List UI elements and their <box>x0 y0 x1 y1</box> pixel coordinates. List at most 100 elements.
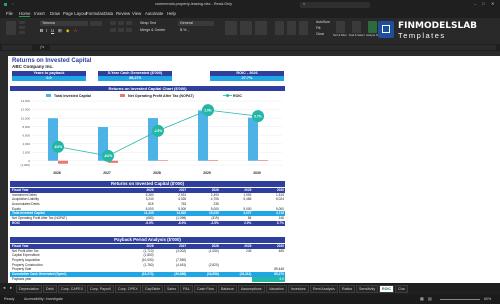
fill-button[interactable]: Fill <box>316 26 320 30</box>
normal-view-icon[interactable]: ▦ <box>420 297 424 301</box>
sheet-tab[interactable]: Cash Flow <box>194 285 217 293</box>
copy-button[interactable] <box>19 26 25 29</box>
sheet-tab[interactable]: Corp. CAPEX <box>58 285 86 293</box>
sheet-tab[interactable]: Corp. Payroll <box>87 285 114 293</box>
sheet-tab[interactable]: Valuation <box>266 285 287 293</box>
formula-input[interactable] <box>50 45 496 50</box>
clear-button[interactable]: Clear <box>316 32 324 36</box>
sheet-tab[interactable]: Debt <box>43 285 57 293</box>
align-right-button[interactable] <box>126 28 132 32</box>
analyze-data-button[interactable] <box>368 21 377 33</box>
y-tick-label: 6,000 <box>22 133 30 137</box>
sheet-tab[interactable]: Rent Analysis <box>310 285 338 293</box>
x-tick-label: 2027 <box>103 171 111 175</box>
menu-home[interactable]: Home <box>19 11 31 17</box>
align-left-button[interactable] <box>110 28 116 32</box>
payback-table-title: Payback Period Analysis ($'000) <box>10 237 285 243</box>
align-bottom-button[interactable] <box>126 21 132 25</box>
menu-data[interactable]: Data <box>104 11 113 16</box>
maximize-icon[interactable]: □ <box>482 2 484 6</box>
menu-file[interactable]: File <box>6 11 13 16</box>
sheet-tab[interactable]: Cha <box>395 285 408 293</box>
menu-insert[interactable]: Insert <box>34 11 45 16</box>
roic-table: Fiscal Year 2026 2027 2028 2029 2030 Investmen… <box>10 188 285 226</box>
paste-button[interactable] <box>6 21 16 35</box>
y-tick-label: 10,000 <box>21 116 31 120</box>
conditional-formatting-button[interactable] <box>225 21 237 35</box>
merge-center-button[interactable]: Merge & Center <box>140 28 165 33</box>
bar-nopat <box>158 160 168 161</box>
font-color-icon[interactable]: A <box>74 28 77 33</box>
font-size-select[interactable] <box>90 21 102 26</box>
align-middle-button[interactable] <box>118 21 124 25</box>
accessibility-status[interactable]: Accessibility: Investigate <box>24 297 63 302</box>
roic-row: ROIC -6.0% -8.0% -2.5% 2.0% 0.7% <box>10 220 285 226</box>
sheet-tab[interactable]: P&L <box>180 285 193 293</box>
sheet-tab[interactable]: CapTable <box>142 285 164 293</box>
menu-help[interactable]: Help <box>167 11 176 16</box>
wrap-text-button[interactable]: Wrap Text <box>140 21 156 26</box>
legend-label: Total Invested Capital <box>54 94 91 98</box>
sheet-tab[interactable]: Sensitivity <box>356 285 379 293</box>
sheet-tab[interactable]: Assumptions <box>238 285 265 293</box>
sort-filter-button[interactable] <box>336 21 345 33</box>
kpi-value: 27.7% <box>210 76 284 81</box>
underline-icon[interactable]: U <box>51 28 54 33</box>
bar-total-invested-capital <box>148 118 158 161</box>
bar-nopat <box>208 160 218 161</box>
zoom-slider[interactable] <box>440 299 480 300</box>
insert-cells-button[interactable] <box>275 21 284 35</box>
find-select-button[interactable] <box>352 21 361 33</box>
cell-value: 2.0% <box>244 220 252 225</box>
brand-sub: Templates <box>398 31 446 40</box>
delete-cells-button[interactable] <box>287 21 296 35</box>
excel-logo-icon <box>4 3 7 6</box>
bold-icon[interactable]: B <box>40 28 43 33</box>
sheet-tab[interactable]: Sales <box>164 285 179 293</box>
close-icon[interactable]: ✕ <box>491 2 494 6</box>
menu-review[interactable]: Review <box>116 11 130 16</box>
status-ready: Ready <box>4 296 15 301</box>
company-name: ABC Company Inc. <box>12 64 54 69</box>
sheet-tab[interactable]: Ratios <box>339 285 356 293</box>
menu-page-layout[interactable]: Page Layout <box>63 11 87 16</box>
autosum-button[interactable]: AutoSum <box>316 20 330 24</box>
row-label: ROIC <box>12 220 20 225</box>
format-cells-button[interactable] <box>299 21 308 35</box>
worksheet[interactable]: Returns on Invested Capital ABC Company … <box>8 56 500 283</box>
x-tick-label: 2030 <box>253 171 261 175</box>
format-as-table-button[interactable] <box>240 21 252 35</box>
sheet-tab[interactable]: ROIC <box>379 285 394 293</box>
align-top-button[interactable] <box>110 21 116 25</box>
fill-color-icon[interactable]: ◆ <box>66 28 69 33</box>
search-box[interactable] <box>300 1 370 8</box>
italic-icon[interactable]: I <box>46 28 47 33</box>
menu-automate[interactable]: Automate <box>145 11 163 16</box>
menu-draw[interactable]: Draw <box>50 11 60 16</box>
function-icon[interactable]: ƒx <box>40 45 44 49</box>
name-box[interactable] <box>2 45 32 50</box>
sheet-tab[interactable]: Investors <box>288 285 309 293</box>
status-bar: Ready Accessibility: Investigate ▦ ▤ 60% <box>0 295 500 304</box>
cut-button[interactable] <box>19 21 25 24</box>
chart-title: Returns on Invested Capital Chart ($'000… <box>10 86 285 91</box>
menu-formulas[interactable]: Formulas <box>86 11 104 16</box>
format-painter-button[interactable] <box>19 31 25 34</box>
align-center-button[interactable] <box>118 28 124 32</box>
tab-scroll-right-icon[interactable]: ▸ <box>10 285 12 290</box>
menu-view[interactable]: View <box>132 11 141 16</box>
borders-icon[interactable]: ⊞ <box>58 28 62 33</box>
minimize-icon[interactable]: – <box>474 2 476 6</box>
kpi-years-to-payback: Years to payback 0.0 <box>12 71 86 81</box>
page-layout-view-icon[interactable]: ▤ <box>428 297 432 301</box>
cell-styles-button[interactable] <box>255 21 267 35</box>
sheet-tab[interactable]: Corp. OPEX <box>115 285 141 293</box>
x-tick-label: 2029 <box>203 171 211 175</box>
roic-chart: Total Invested Capital Net Operating Prof… <box>10 92 285 178</box>
y-tick-label: (1,000) <box>20 163 30 167</box>
sheet-tab[interactable]: Depreciation <box>16 285 43 293</box>
sheet-tab[interactable]: Balance <box>218 285 237 293</box>
percent-style-icon[interactable]: $ % , <box>180 28 189 33</box>
tab-scroll-left-icon[interactable]: ◂ <box>3 285 5 290</box>
x-tick-label: 2028 <box>153 171 161 175</box>
